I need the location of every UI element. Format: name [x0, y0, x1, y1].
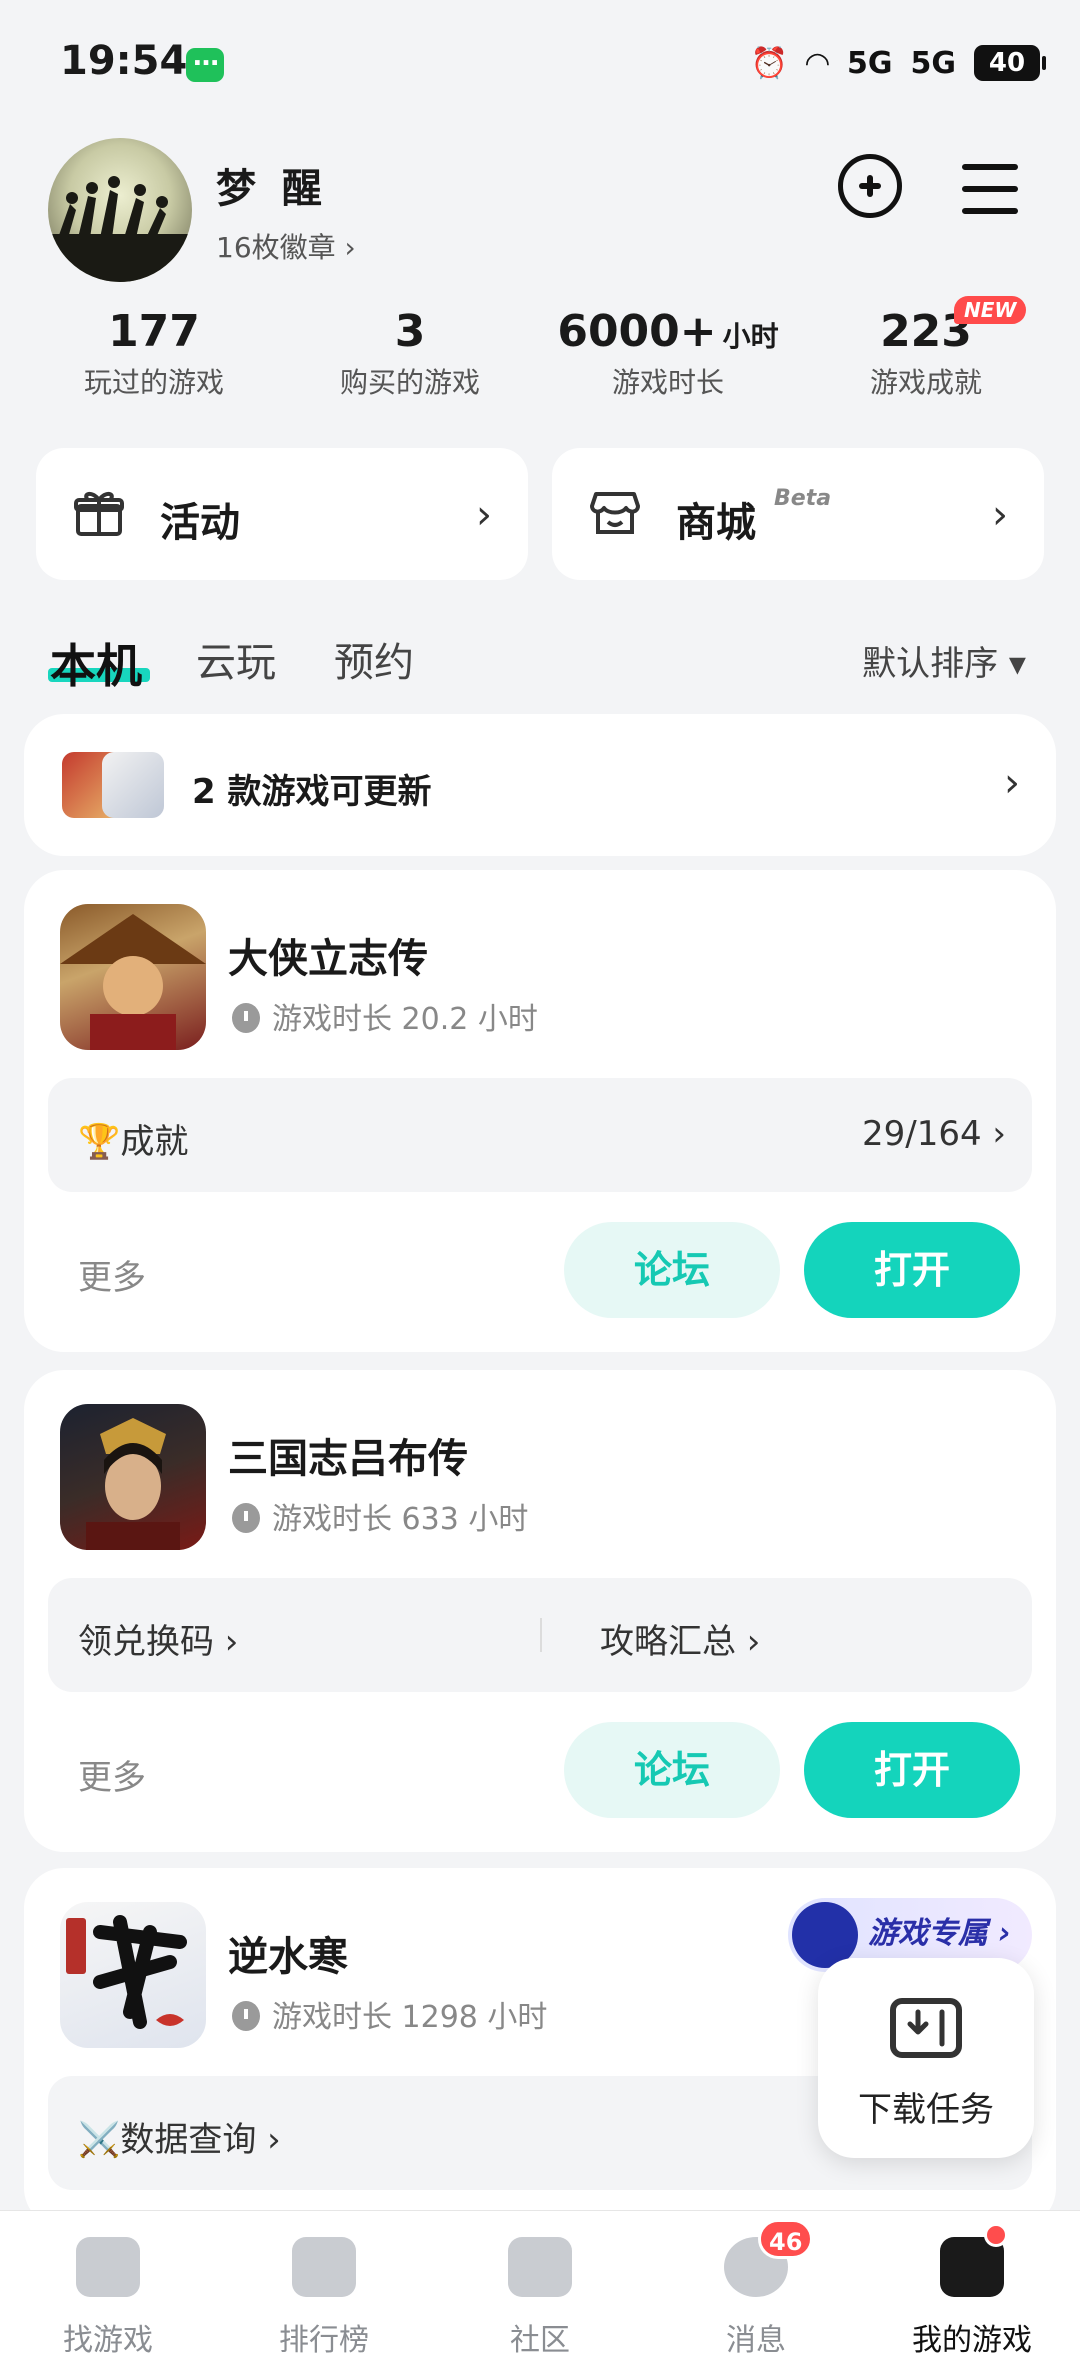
store-icon	[590, 492, 640, 534]
stat-label: 游戏成就	[869, 366, 982, 399]
battery-icon: 40	[974, 45, 1046, 81]
stat-value: 177	[108, 306, 200, 357]
download-task-label: 下载任务	[858, 2090, 994, 2130]
stat-label: 购买的游戏	[339, 366, 480, 399]
game-art	[86, 1418, 180, 1550]
nav-label: 我的游戏	[912, 2323, 1032, 2358]
guide-summary-link[interactable]: 攻略汇总 ›	[600, 1614, 760, 1663]
chevron-right-icon: ›	[992, 492, 1008, 538]
tab-reservation[interactable]: 预约	[334, 630, 414, 688]
bottom-nav: 找游戏 排行榜 社区 消息 我的游戏 46	[0, 2210, 1080, 2376]
playtime-text: 游戏时长 1298 小时	[272, 2000, 548, 2035]
game-art	[66, 1915, 187, 2029]
game-playtime: 游戏时长 633 小时	[232, 1494, 528, 1538]
nav-label: 排行榜	[279, 2323, 369, 2358]
status-time: 19:54	[60, 38, 188, 84]
find-games-icon	[76, 2237, 140, 2297]
avatar[interactable]	[48, 138, 192, 282]
timer-icon	[232, 2001, 260, 2031]
game-title: 三国志吕布传	[228, 1436, 468, 1482]
avatar-image	[48, 176, 192, 282]
nav-label: 社区	[510, 2323, 570, 2358]
stat-play-time[interactable]: 6000+ 小时 游戏时长	[538, 306, 798, 401]
community-icon	[508, 2237, 572, 2297]
wifi-icon: ◠	[805, 45, 829, 81]
download-arrow	[907, 2009, 945, 2047]
forum-button[interactable]: 论坛	[564, 1222, 780, 1318]
open-button[interactable]: 打开	[804, 1722, 1020, 1818]
stat-label: 玩过的游戏	[83, 366, 224, 399]
activity-card[interactable]: 活动 ›	[36, 448, 528, 580]
wechat-notification-icon	[186, 42, 224, 82]
store-label: 商城	[676, 500, 756, 546]
forum-button[interactable]: 论坛	[564, 1722, 780, 1818]
notification-dot	[984, 2223, 1008, 2247]
activity-label: 活动	[160, 500, 240, 546]
game-playtime: 游戏时长 20.2 小时	[232, 994, 538, 1038]
rankings-icon	[292, 2237, 356, 2297]
achievement-bar[interactable]: 🏆成就 29/164 ›	[48, 1078, 1032, 1192]
chevron-right-icon: ›	[476, 492, 492, 538]
game-icon[interactable]	[60, 904, 206, 1050]
nav-my-games[interactable]: 我的游戏	[864, 2237, 1080, 2359]
nav-messages[interactable]: 消息	[648, 2237, 864, 2359]
username: 梦 醒	[216, 166, 328, 212]
quick-links-bar: 领兑换码 › 攻略汇总 ›	[48, 1578, 1032, 1692]
stat-label: 游戏时长	[611, 366, 724, 399]
stat-value: 3	[394, 306, 426, 357]
badges-link[interactable]: 16枚徽章 ›	[216, 226, 356, 266]
promo-text: 游戏专属 ›	[868, 1916, 1011, 1951]
more-button[interactable]: 更多	[78, 1750, 146, 1799]
stat-purchased-games[interactable]: 3 购买的游戏	[280, 306, 540, 401]
game-title: 大侠立志传	[228, 936, 428, 982]
menu-icon[interactable]	[962, 164, 1018, 214]
data-query-link[interactable]: ⚔️数据查询 ›	[78, 2112, 281, 2161]
more-button[interactable]: 更多	[78, 1250, 146, 1299]
store-card[interactable]: 商城 Beta ›	[552, 448, 1044, 580]
update-banner[interactable]: 2 款游戏可更新 ›	[24, 714, 1056, 856]
beta-tag: Beta	[774, 486, 832, 511]
nav-label: 找游戏	[63, 2323, 153, 2358]
redeem-code-link[interactable]: 领兑换码 ›	[78, 1614, 238, 1663]
playtime-text: 游戏时长 633 小时	[272, 1502, 529, 1537]
nav-label: 消息	[726, 2323, 786, 2358]
tab-local[interactable]: 本机	[50, 630, 142, 696]
game-card[interactable]: 大侠立志传 游戏时长 20.2 小时 🏆成就 29/164 › 更多 论坛 打开	[24, 870, 1056, 1352]
gift-icon	[74, 492, 124, 536]
game-icon-thumb	[102, 752, 164, 818]
game-icon[interactable]	[60, 1404, 206, 1550]
new-badge: NEW	[954, 296, 1027, 324]
status-icons: ⏰ ◠ 5G 5G 40	[750, 40, 1046, 86]
chevron-right-icon: ›	[1004, 760, 1020, 806]
messages-badge: 46	[758, 2219, 814, 2259]
achievement-progress: 29/164 ›	[861, 1114, 1006, 1154]
playtime-text: 游戏时长 20.2 小时	[272, 1002, 538, 1037]
signal-5g-icon-1: 5G	[847, 45, 893, 81]
open-button[interactable]: 打开	[804, 1222, 1020, 1318]
game-card[interactable]: 三国志吕布传 游戏时长 633 小时 领兑换码 › 攻略汇总 › 更多 论坛 打…	[24, 1370, 1056, 1852]
stat-played-games[interactable]: 177 玩过的游戏	[24, 306, 284, 401]
game-icon[interactable]	[60, 1902, 206, 2048]
game-art	[60, 914, 206, 1050]
timer-icon	[232, 1003, 260, 1033]
signal-5g-icon-2: 5G	[910, 45, 957, 81]
stat-value: 6000+	[557, 306, 717, 357]
nav-community[interactable]: 社区	[432, 2237, 648, 2359]
stat-unit: 小时	[722, 320, 779, 353]
sort-dropdown[interactable]: 默认排序 ▾	[862, 636, 1026, 685]
game-playtime: 游戏时长 1298 小时	[232, 1992, 547, 2036]
divider	[540, 1618, 542, 1652]
add-button[interactable]	[838, 154, 902, 218]
timer-icon	[232, 1503, 260, 1533]
nav-rankings[interactable]: 排行榜	[216, 2237, 432, 2359]
nav-find-games[interactable]: 找游戏	[0, 2237, 216, 2359]
update-text: 2 款游戏可更新	[192, 772, 432, 812]
alarm-icon: ⏰	[750, 45, 788, 81]
tab-cloud[interactable]: 云玩	[196, 630, 276, 688]
download-icon	[890, 1998, 962, 2058]
game-title: 逆水寒	[228, 1934, 348, 1980]
download-task-button[interactable]: 下载任务	[818, 1958, 1034, 2158]
achievement-label: 🏆成就	[78, 1122, 189, 1162]
